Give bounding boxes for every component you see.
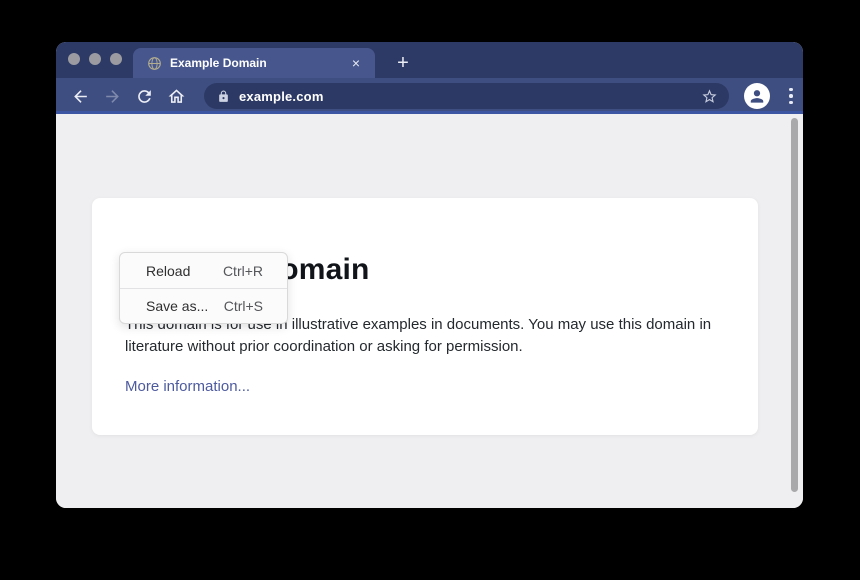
browser-menu-button[interactable] bbox=[780, 83, 802, 109]
home-icon bbox=[167, 87, 186, 106]
kebab-dot bbox=[789, 94, 793, 98]
avatar-icon bbox=[747, 86, 767, 106]
address-bar[interactable]: example.com bbox=[204, 83, 729, 109]
context-menu-item-save-as[interactable]: Save as... Ctrl+S bbox=[120, 288, 287, 323]
menu-item-shortcut: Ctrl+S bbox=[224, 298, 263, 314]
star-icon bbox=[701, 88, 718, 105]
browser-tab[interactable]: Example Domain × bbox=[133, 48, 375, 78]
kebab-dot bbox=[789, 88, 793, 92]
menu-item-label: Reload bbox=[146, 263, 190, 279]
home-button[interactable] bbox=[160, 81, 192, 111]
window-minimize-button[interactable] bbox=[89, 53, 101, 65]
tab-close-icon[interactable]: × bbox=[347, 54, 365, 72]
context-menu: Reload Ctrl+R Save as... Ctrl+S bbox=[119, 252, 288, 324]
more-information-link[interactable]: More information... bbox=[125, 378, 250, 395]
tab-strip: Example Domain × + bbox=[56, 42, 803, 78]
context-menu-item-reload[interactable]: Reload Ctrl+R bbox=[120, 253, 287, 288]
browser-window: Example Domain × + bbox=[56, 42, 803, 508]
lock-icon bbox=[217, 90, 230, 103]
browser-toolbar: example.com bbox=[56, 78, 803, 114]
scrollbar-thumb[interactable] bbox=[791, 118, 798, 492]
back-button[interactable] bbox=[64, 81, 96, 111]
kebab-dot bbox=[789, 101, 793, 105]
new-tab-button[interactable]: + bbox=[386, 48, 420, 78]
menu-item-shortcut: Ctrl+R bbox=[223, 263, 263, 279]
profile-button[interactable] bbox=[744, 83, 770, 109]
forward-button[interactable] bbox=[96, 81, 128, 111]
window-close-button[interactable] bbox=[68, 53, 80, 65]
desktop-background: Example Domain × + bbox=[0, 0, 860, 580]
forward-icon bbox=[103, 87, 122, 106]
page-viewport: Example Domain This domain is for use in… bbox=[56, 114, 803, 508]
back-icon bbox=[71, 87, 90, 106]
menu-item-label: Save as... bbox=[146, 298, 208, 314]
window-maximize-button[interactable] bbox=[110, 53, 122, 65]
reload-icon bbox=[135, 87, 154, 106]
url-text: example.com bbox=[239, 89, 699, 104]
reload-button[interactable] bbox=[128, 81, 160, 111]
globe-icon bbox=[147, 56, 162, 71]
bookmark-button[interactable] bbox=[699, 86, 719, 106]
tab-title: Example Domain bbox=[170, 56, 347, 70]
